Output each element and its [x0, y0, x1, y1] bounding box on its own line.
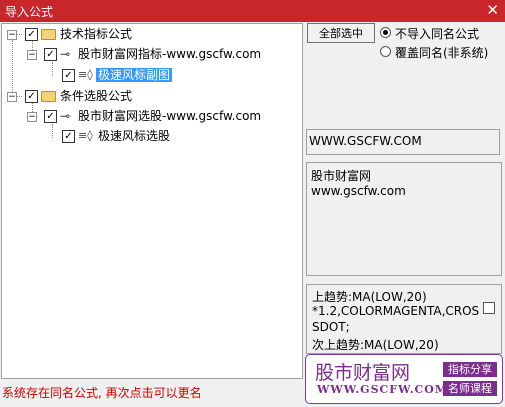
status-message: 系统存在同名公式, 再次点击可以更名 — [2, 386, 202, 400]
tree-connector — [12, 40, 13, 96]
formula-code-preview[interactable]: 上趋势:MA(LOW,20) *1.2,COLORMAGENTA,CROS SD… — [306, 284, 502, 354]
collapse-icon[interactable]: − — [7, 30, 17, 40]
tree-node-label: 股市财富网指标-www.gscfw.com — [78, 47, 262, 61]
checkbox-checked[interactable]: ✓ — [25, 90, 38, 103]
tree-node-label: 条件选股公式 — [60, 89, 133, 103]
watermark-tag: 名师课程 — [443, 381, 497, 396]
code-line: 上趋势:MA(LOW,20) — [312, 290, 427, 304]
folder-icon — [41, 91, 56, 102]
checkbox-checked[interactable]: ✓ — [44, 48, 57, 61]
code-checkbox[interactable] — [483, 302, 495, 314]
radio-button[interactable] — [380, 46, 391, 57]
collapse-icon[interactable]: − — [7, 92, 17, 102]
checkbox-checked[interactable]: ✓ — [44, 110, 57, 123]
tree-node-label: 股市财富网选股-www.gscfw.com — [78, 109, 262, 123]
description-line: www.gscfw.com — [311, 184, 406, 198]
site-watermark-logo: 股市财富网 WWW.GSCFW.COM 指标分享 名师课程 — [305, 354, 503, 404]
tree-connector — [52, 62, 53, 76]
formula-tree[interactable]: − ✓ 技术指标公式 − ✓ ⊸ 股市财富网指标-www.gscfw.com ✓… — [1, 23, 303, 379]
folder-icon — [41, 29, 56, 40]
code-line: SDOT; — [312, 320, 350, 334]
select-all-button[interactable]: 全部选中 — [307, 23, 375, 43]
formula-file-icon: ≡◊ — [78, 68, 93, 81]
description-box[interactable]: 股市财富网 www.gscfw.com — [306, 162, 502, 276]
tree-node-label-selected: 极速风标副图 — [96, 68, 173, 82]
close-icon[interactable]: ✕ — [486, 1, 499, 19]
key-icon: ⊸ — [60, 109, 71, 123]
formula-file-icon: ≡◊ — [78, 129, 93, 142]
key-icon: ⊸ — [60, 47, 71, 61]
url-field-value: WWW.GSCFW.COM — [309, 134, 422, 148]
watermark-site-name: 股市财富网 — [315, 362, 411, 384]
tree-node-label: 技术指标公式 — [60, 27, 133, 41]
checkbox-checked[interactable]: ✓ — [62, 130, 75, 143]
radio-button-checked[interactable] — [380, 27, 391, 38]
watermark-tag: 指标分享 — [443, 362, 497, 377]
description-line: 股市财富网 — [311, 169, 372, 183]
radio-label: 覆盖同名(非系统) — [395, 46, 489, 60]
collapse-icon[interactable]: − — [27, 112, 37, 122]
tree-node-label: 极速风标选股 — [98, 129, 171, 143]
radio-label: 不导入同名公式 — [395, 27, 480, 41]
checkbox-checked[interactable]: ✓ — [25, 28, 38, 41]
tree-connector — [52, 124, 53, 138]
url-field[interactable]: WWW.GSCFW.COM — [306, 129, 500, 155]
checkbox-checked[interactable]: ✓ — [62, 69, 75, 82]
collapse-icon[interactable]: − — [27, 50, 37, 60]
code-line: 次上趋势:MA(LOW,20) — [312, 338, 439, 352]
watermark-url: WWW.GSCFW.COM — [317, 383, 449, 396]
code-line: *1.2,COLORMAGENTA,CROS — [312, 304, 480, 318]
window-title: 导入公式 — [5, 5, 54, 19]
title-bar: 导入公式 ✕ — [0, 0, 505, 22]
